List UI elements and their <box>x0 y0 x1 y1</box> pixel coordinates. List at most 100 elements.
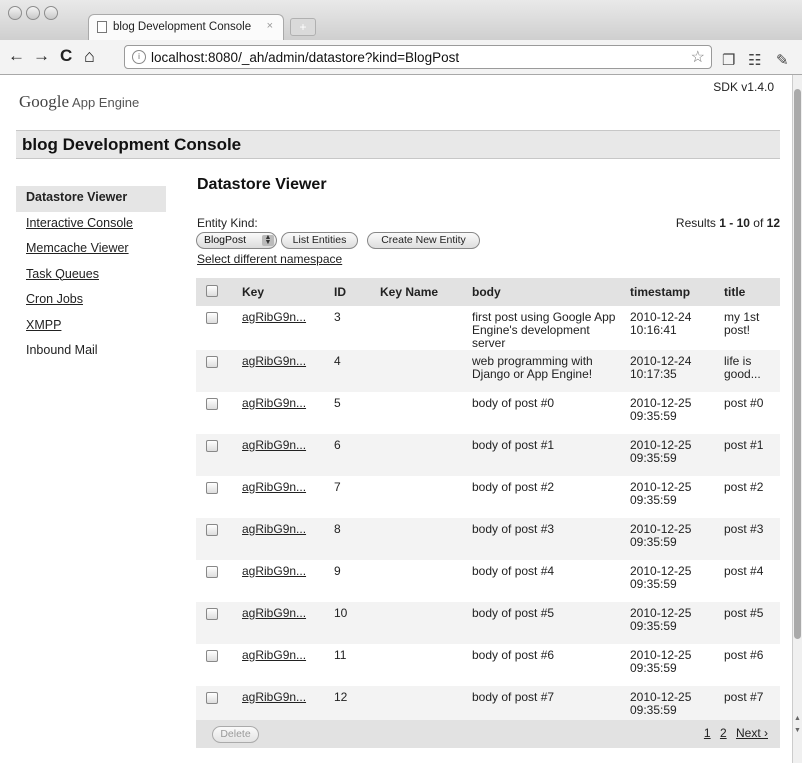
entity-key-link[interactable]: agRibG9n... <box>242 354 306 368</box>
entity-key-link[interactable]: agRibG9n... <box>242 690 306 704</box>
home-button[interactable]: ⌂ <box>84 47 95 65</box>
id-cell: 10 <box>330 602 376 644</box>
timestamp-cell: 2010-12-25 09:35:59 <box>626 602 720 644</box>
sidebar-item-memcache-viewer[interactable]: Memcache Viewer <box>16 237 166 263</box>
page-1-link[interactable]: 1 <box>704 726 711 740</box>
select-arrows-icon: ▲ ▼ <box>262 234 274 246</box>
forward-button[interactable]: → <box>33 47 50 65</box>
row-checkbox[interactable] <box>206 608 218 620</box>
back-button[interactable]: ← <box>8 47 25 65</box>
address-bar[interactable]: i localhost:8080/_ah/admin/datastore?kin… <box>124 45 712 69</box>
row-checkbox[interactable] <box>206 524 218 536</box>
tab-close-icon[interactable]: × <box>267 20 273 32</box>
table-row: agRibG9n... 3 first post using Google App … <box>196 306 780 350</box>
row-select-cell <box>196 602 238 644</box>
table-row: agRibG9n... 4 web programming with Django … <box>196 350 780 392</box>
row-select-cell <box>196 306 238 350</box>
pagination: 1 2 Next › <box>698 726 768 740</box>
results-count: Results 1 - 10 of 12 <box>676 216 780 230</box>
url-text: localhost:8080/_ah/admin/datastore?kind=… <box>151 50 460 65</box>
body-cell: web programming with Django or App Engin… <box>468 350 626 392</box>
header-key-name[interactable]: Key Name <box>376 278 468 306</box>
row-checkbox[interactable] <box>206 356 218 368</box>
select-all-checkbox[interactable] <box>206 285 218 297</box>
new-tab-button[interactable]: + <box>290 18 316 36</box>
page-icon <box>97 21 107 33</box>
header-title[interactable]: title <box>720 278 780 306</box>
row-checkbox[interactable] <box>206 440 218 452</box>
body-cell: first post using Google App Engine's dev… <box>468 306 626 350</box>
browser-tab[interactable]: blog Development Console × <box>88 14 284 40</box>
sidebar-item-interactive-console[interactable]: Interactive Console <box>16 212 166 238</box>
scrollbar-thumb[interactable] <box>794 89 801 639</box>
sidebar-item-xmpp[interactable]: XMPP <box>16 314 166 340</box>
bookmark-star-icon[interactable]: ☆ <box>691 47 705 67</box>
entity-key-link[interactable]: agRibG9n... <box>242 564 306 578</box>
row-checkbox[interactable] <box>206 482 218 494</box>
entity-key-link[interactable]: agRibG9n... <box>242 480 306 494</box>
header-body[interactable]: body <box>468 278 626 306</box>
header-timestamp[interactable]: timestamp <box>626 278 720 306</box>
zoom-window-button[interactable] <box>44 6 58 20</box>
row-checkbox[interactable] <box>206 650 218 662</box>
timestamp-cell: 2010-12-24 10:16:41 <box>626 306 720 350</box>
key-cell: agRibG9n... <box>238 434 330 476</box>
browser-toolbar: ← → C ⌂ i localhost:8080/_ah/admin/datas… <box>0 40 802 75</box>
wrench-icon[interactable]: ✎ <box>776 51 789 69</box>
table-row: agRibG9n... 5 body of post #0 2010-12-25 09… <box>196 392 780 434</box>
create-entity-button[interactable]: Create New Entity <box>367 232 480 249</box>
title-cell: post #6 <box>720 644 780 686</box>
row-select-cell <box>196 476 238 518</box>
delete-button[interactable]: Delete <box>212 726 259 743</box>
row-checkbox[interactable] <box>206 566 218 578</box>
id-cell: 4 <box>330 350 376 392</box>
minimize-window-button[interactable] <box>26 6 40 20</box>
page-menu-icon[interactable]: ☷ <box>748 51 761 69</box>
key-name-cell <box>376 644 468 686</box>
sidebar-item-cron-jobs[interactable]: Cron Jobs <box>16 288 166 314</box>
key-cell: agRibG9n... <box>238 350 330 392</box>
header-id[interactable]: ID <box>330 278 376 306</box>
reload-button[interactable]: C <box>60 47 72 65</box>
table-header-row: Key ID Key Name body timestamp title <box>196 278 780 306</box>
row-select-cell <box>196 644 238 686</box>
row-select-cell <box>196 560 238 602</box>
sidebar-item-inbound-mail[interactable]: Inbound Mail <box>16 339 166 365</box>
sidebar-item-datastore-viewer[interactable]: Datastore Viewer <box>16 186 166 212</box>
list-entities-button[interactable]: List Entities <box>281 232 358 249</box>
row-checkbox[interactable] <box>206 692 218 704</box>
close-window-button[interactable] <box>8 6 22 20</box>
entity-key-link[interactable]: agRibG9n... <box>242 438 306 452</box>
next-page-link[interactable]: Next › <box>736 726 768 740</box>
row-select-cell <box>196 518 238 560</box>
console-title: blog Development Console <box>22 135 242 154</box>
app-engine-logo: Google App Engine <box>19 92 139 112</box>
key-cell: agRibG9n... <box>238 602 330 644</box>
scroll-up-icon[interactable]: ▲ <box>793 715 802 722</box>
entity-key-link[interactable]: agRibG9n... <box>242 310 306 324</box>
row-select-cell <box>196 350 238 392</box>
entity-key-link[interactable]: agRibG9n... <box>242 648 306 662</box>
title-cell: post #0 <box>720 392 780 434</box>
page-scrollbar[interactable]: ▲ ▼ <box>792 75 802 763</box>
site-info-icon[interactable]: i <box>132 50 146 64</box>
entity-key-link[interactable]: agRibG9n... <box>242 522 306 536</box>
title-cell: post #3 <box>720 518 780 560</box>
timestamp-cell: 2010-12-24 10:17:35 <box>626 350 720 392</box>
key-cell: agRibG9n... <box>238 518 330 560</box>
row-checkbox[interactable] <box>206 312 218 324</box>
timestamp-cell: 2010-12-25 09:35:59 <box>626 518 720 560</box>
scroll-down-icon[interactable]: ▼ <box>793 727 802 734</box>
row-checkbox[interactable] <box>206 398 218 410</box>
extension-icon[interactable]: ❐ <box>722 51 735 69</box>
entity-key-link[interactable]: agRibG9n... <box>242 396 306 410</box>
page-2-link[interactable]: 2 <box>720 726 727 740</box>
table-row: agRibG9n... 11 body of post #6 2010-12-25 0… <box>196 644 780 686</box>
header-key[interactable]: Key <box>238 278 330 306</box>
key-cell: agRibG9n... <box>238 644 330 686</box>
entity-kind-select[interactable]: BlogPost ▲ ▼ <box>196 232 277 249</box>
sidebar-item-task-queues[interactable]: Task Queues <box>16 263 166 289</box>
select-namespace-link[interactable]: Select different namespace <box>197 252 342 266</box>
entity-key-link[interactable]: agRibG9n... <box>242 606 306 620</box>
title-cell: life is good... <box>720 350 780 392</box>
